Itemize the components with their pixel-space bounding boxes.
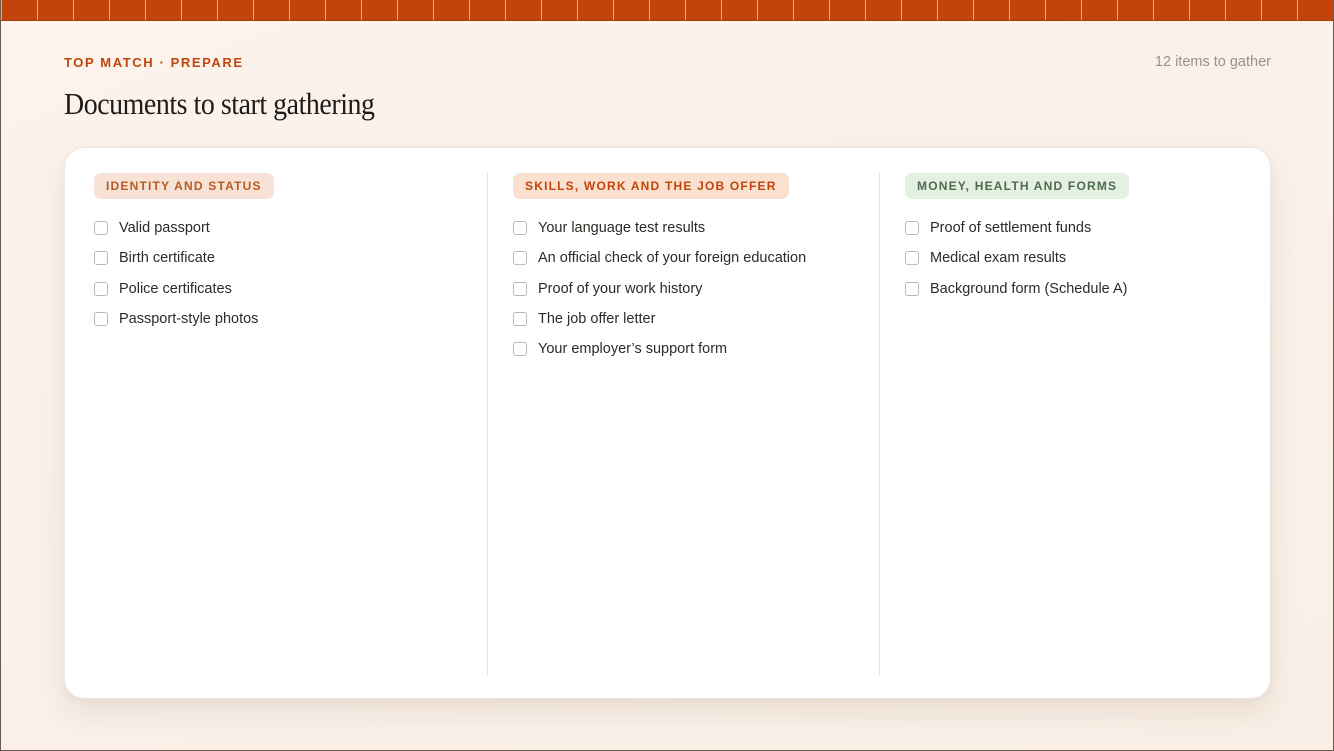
checkbox[interactable] [513, 342, 527, 357]
checklist-identity: Valid passport Birth certificate Police … [94, 213, 486, 334]
column-identity-and-status: IDENTITY AND STATUS Valid passport Birth… [94, 173, 486, 675]
item-count-label: 12 items to gather [1154, 54, 1271, 70]
checklist-item[interactable]: Medical exam results [905, 243, 1239, 273]
checklist-item[interactable]: Passport-style photos [94, 304, 486, 334]
category-tag-skills: SKILLS, WORK AND THE JOB OFFER [513, 173, 789, 199]
checklist-money: Proof of settlement funds Medical exam r… [905, 213, 1239, 304]
checklist-item[interactable]: Police certificates [94, 274, 486, 304]
checkbox[interactable] [513, 281, 527, 296]
checklist-item-label: Your employer’s support form [538, 341, 728, 358]
page-title: Documents to start gathering [64, 86, 375, 121]
checklist-item-label: An official check of your foreign educat… [538, 250, 807, 267]
checklist-item-label: Medical exam results [930, 250, 1067, 267]
checkbox[interactable] [905, 251, 919, 266]
section-eyebrow: TOP MATCH · PREPARE [64, 55, 244, 70]
checklist-skills: Your language test results An official c… [513, 213, 879, 364]
checklist-item-label: The job offer letter [538, 311, 656, 328]
checklist-item-label: Background form (Schedule A) [930, 280, 1128, 297]
checkbox[interactable] [905, 281, 919, 296]
checkbox[interactable] [94, 312, 108, 327]
category-tag-identity: IDENTITY AND STATUS [94, 173, 274, 199]
column-skills-work-job-offer: SKILLS, WORK AND THE JOB OFFER Your lang… [487, 173, 879, 675]
checklist-item-label: Proof of settlement funds [930, 220, 1092, 237]
checkbox[interactable] [905, 221, 919, 236]
checkbox[interactable] [94, 281, 108, 296]
checklist-item-label: Proof of your work history [538, 280, 703, 297]
category-tag-money: MONEY, HEALTH AND FORMS [905, 173, 1130, 199]
checklist-item-label: Valid passport [119, 220, 210, 237]
checklist-item-label: Your language test results [538, 220, 706, 237]
checklist-item[interactable]: The job offer letter [513, 304, 879, 334]
checklist-item[interactable]: Your employer’s support form [513, 334, 879, 364]
checkbox[interactable] [513, 312, 527, 327]
checklist-item[interactable]: Birth certificate [94, 243, 486, 273]
checklist-item-label: Passport-style photos [119, 311, 259, 328]
checkbox[interactable] [94, 221, 108, 236]
checkbox[interactable] [513, 251, 527, 266]
checklist-item[interactable]: Proof of your work history [513, 274, 879, 304]
checkbox[interactable] [513, 221, 527, 236]
checkbox[interactable] [94, 251, 108, 266]
column-money-health-forms: MONEY, HEALTH AND FORMS Proof of settlem… [879, 173, 1239, 675]
documents-card: IDENTITY AND STATUS Valid passport Birth… [64, 147, 1271, 699]
checklist-item[interactable]: Valid passport [94, 213, 486, 243]
decorative-top-band [1, 0, 1333, 21]
checklist-item[interactable]: Your language test results [513, 213, 879, 243]
checklist-item-label: Police certificates [119, 280, 232, 297]
checklist-item[interactable]: Proof of settlement funds [905, 213, 1239, 243]
checklist-item[interactable]: An official check of your foreign educat… [513, 243, 879, 273]
checklist-item[interactable]: Background form (Schedule A) [905, 274, 1239, 304]
checklist-item-label: Birth certificate [119, 250, 215, 267]
